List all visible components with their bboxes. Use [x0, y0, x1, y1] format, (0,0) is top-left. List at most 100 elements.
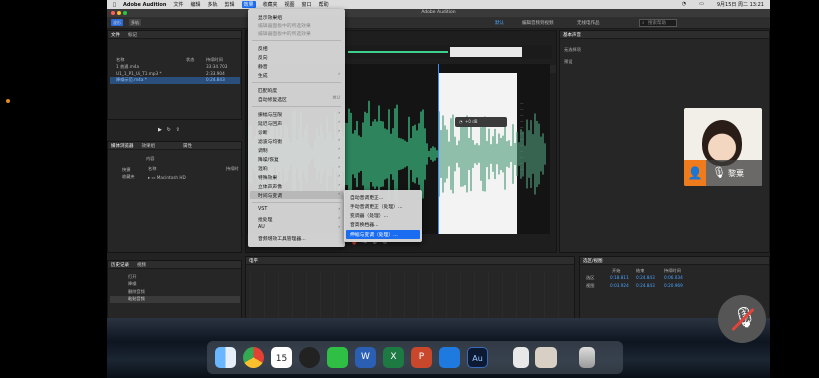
close-dot-icon[interactable] — [111, 11, 115, 15]
menu-item-batch[interactable]: 批处理 — [258, 216, 272, 223]
playhead[interactable] — [438, 64, 439, 234]
play-icon[interactable]: ▶ — [158, 127, 162, 133]
workspace-default[interactable]: 默认 — [495, 20, 504, 26]
submenu-auto-pitch[interactable]: 自动音调更正... — [350, 194, 383, 201]
submenu-pitch-bender[interactable]: 变调器（处理）... — [350, 212, 388, 219]
wechat-icon[interactable] — [327, 347, 348, 368]
chevron-right-icon: › — [338, 147, 340, 152]
workspace-edit-video[interactable]: 编辑音频到视频 — [522, 20, 554, 26]
calendar-icon[interactable]: 15 — [271, 347, 292, 368]
orange-dot-marker — [6, 99, 10, 103]
menu-item-auto-heal[interactable]: 自动修复选区 — [258, 96, 287, 103]
drive-item[interactable]: ▸ ▭ Macintosh HD — [148, 175, 186, 180]
tree-favorites[interactable]: 收藏夹 — [122, 174, 135, 180]
chrome-icon[interactable] — [243, 347, 264, 368]
menu-item-match-loudness[interactable]: 匹配响度 — [258, 87, 277, 94]
menu-item-diagnostics[interactable]: 诊断 — [258, 129, 268, 136]
sel-row-end[interactable]: 0:24.843 — [636, 275, 655, 280]
menu-item-vst[interactable]: VST — [258, 207, 267, 212]
sel-row-start[interactable]: 0:18.811 — [610, 275, 629, 280]
zoom-dot-icon[interactable] — [123, 11, 127, 15]
volume-hud[interactable]: ◔ +0 dB — [455, 117, 507, 127]
word-icon[interactable]: W — [355, 347, 376, 368]
app-menu[interactable]: Adobe Audition — [123, 2, 166, 8]
sel-row-dur[interactable]: 0:06.034 — [664, 275, 683, 280]
qq-icon[interactable] — [299, 347, 320, 368]
menu-window[interactable]: 窗口 — [302, 1, 312, 8]
document-thumb-icon[interactable] — [513, 347, 529, 368]
history-item-delete[interactable]: 删除音频 — [128, 289, 145, 295]
menu-item-noise-reduction[interactable]: 降噪/恢复 — [258, 156, 279, 163]
workspace-radio[interactable]: 无线电作品 — [577, 20, 600, 26]
screenshot-thumb-icon[interactable] — [535, 347, 557, 368]
submenu-pitch-shifter[interactable]: 音高换档器... — [350, 221, 379, 228]
trash-icon[interactable] — [579, 347, 595, 368]
tab-media-browser[interactable]: 媒体浏览器 — [111, 143, 134, 149]
levels-title: 电平 — [249, 258, 258, 264]
menu-item-special[interactable]: 特殊效果 — [258, 174, 277, 181]
menu-item-au[interactable]: AU — [258, 225, 265, 230]
tab-files[interactable]: 文件 — [111, 32, 120, 38]
menu-item-modulation[interactable]: 调制 — [258, 147, 268, 154]
minimize-dot-icon[interactable] — [117, 11, 121, 15]
powerpoint-icon[interactable]: P — [411, 347, 432, 368]
menu-item-delay[interactable]: 延迟与回声 — [258, 120, 282, 127]
menu-effects[interactable]: 效果 — [241, 1, 256, 8]
history-item-open[interactable]: 打开 — [128, 274, 136, 280]
loop-icon[interactable]: ↻ — [167, 127, 171, 133]
menu-item-time-pitch[interactable]: 时间与变调 — [258, 192, 282, 199]
menu-favorites[interactable]: 收藏夹 — [263, 1, 278, 8]
tree-shortcuts[interactable]: 快捷 — [122, 167, 130, 173]
history-item-denoise[interactable]: 降噪 — [128, 281, 136, 287]
wifi-icon[interactable]: ◔ — [682, 1, 686, 8]
menu-item-filter-eq[interactable]: 滤波与均衡 — [258, 138, 282, 145]
excel-icon[interactable]: X — [383, 347, 404, 368]
menu-separator — [252, 202, 341, 203]
tencent-meeting-icon[interactable] — [439, 347, 460, 368]
menu-item-amplitude[interactable]: 振幅与压限 — [258, 111, 282, 118]
file-row-1[interactable]: 1 普通.m4a 33:34.703 — [116, 64, 236, 70]
finder-icon[interactable] — [215, 347, 236, 368]
view-row-start[interactable]: 0:03.924 — [610, 283, 629, 288]
waveform-view-button[interactable]: 波形 — [111, 19, 123, 26]
submenu-manual-pitch[interactable]: 手动音调更正（处理）... — [350, 203, 403, 210]
menu-clip[interactable]: 剪辑 — [224, 1, 234, 8]
file-row-2[interactable]: U1_1_P1_Ui_T1.mp3 * 2:33.904 — [116, 71, 236, 76]
apple-icon[interactable]:  — [113, 2, 116, 8]
export-icon[interactable]: ⇪ — [176, 127, 180, 133]
submenu-stretch-pitch[interactable]: 伸缩与变调（处理）... — [350, 231, 398, 238]
menu-item-reverb[interactable]: 混响 — [258, 165, 268, 172]
tab-history[interactable]: 历史记录 — [111, 262, 129, 268]
audition-icon[interactable]: Au — [467, 347, 488, 368]
tab-markers[interactable]: 标记 — [128, 32, 137, 38]
menu-item-invert[interactable]: 反相 — [258, 45, 268, 52]
menu-edit[interactable]: 编辑 — [190, 1, 200, 8]
history-item-paste[interactable]: 粘贴音频 — [110, 296, 240, 303]
menu-file[interactable]: 文件 — [173, 1, 183, 8]
menu-help[interactable]: 帮助 — [319, 1, 329, 8]
menu-item-generate[interactable]: 生成 — [258, 72, 268, 79]
menu-item-show-rack[interactable]: 显示效果组 — [258, 14, 282, 21]
menu-item-stereo[interactable]: 立体声声像 — [258, 183, 282, 190]
menu-view[interactable]: 视图 — [285, 1, 295, 8]
tab-effects-rack[interactable]: 效果组 — [142, 143, 156, 149]
tab-video[interactable]: 视频 — [137, 262, 146, 268]
overview-strip[interactable] — [346, 45, 552, 59]
battery-icon[interactable]: ▭ — [699, 1, 704, 8]
multitrack-view-button[interactable]: 多轨 — [129, 19, 141, 26]
mic-icon[interactable]: 🎙 — [712, 166, 726, 179]
search-help-input[interactable]: ⌕ 搜索帮助 — [639, 19, 677, 27]
clock[interactable]: 9月15日 周二 13:21 — [717, 1, 764, 8]
file-row-3-selected[interactable]: 降噪示范.m4a * 0:24.843 — [110, 77, 240, 84]
view-row-end[interactable]: 0:24.843 — [636, 283, 655, 288]
participant-video[interactable]: 👤 🎙 黎粟 — [684, 108, 762, 186]
selection-view-title: 选区/视图 — [583, 258, 603, 264]
menu-multitrack[interactable]: 多轨 — [207, 1, 217, 8]
menu-item-plugin-manager[interactable]: 音频增效工具管理器... — [258, 235, 306, 242]
menu-item-reverse[interactable]: 反向 — [258, 54, 268, 61]
view-row-dur[interactable]: 0:20.969 — [664, 283, 683, 288]
mute-button[interactable]: 🎙 — [718, 295, 766, 343]
chevron-right-icon: › — [338, 156, 340, 161]
menu-item-silence[interactable]: 静音 — [258, 63, 268, 70]
tab-properties[interactable]: 属性 — [183, 143, 192, 149]
